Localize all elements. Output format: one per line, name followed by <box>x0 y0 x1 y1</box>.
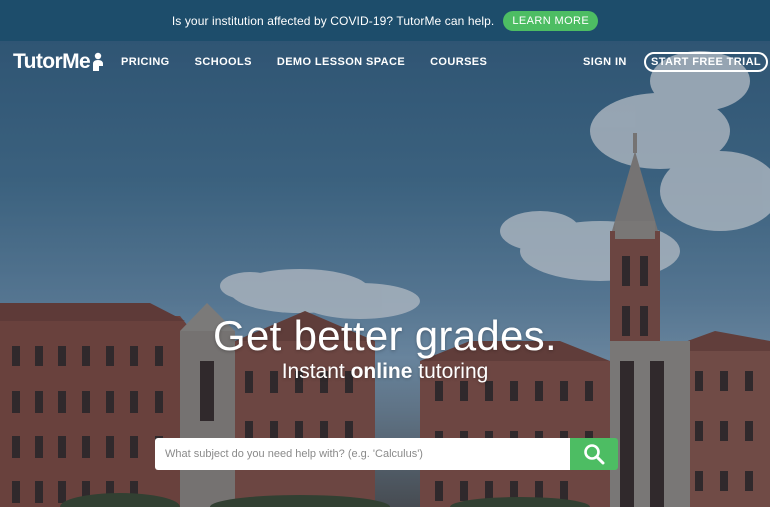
nav-link-pricing[interactable]: PRICING <box>121 56 170 68</box>
subheadline-prefix: Instant <box>281 360 345 383</box>
sign-in-link[interactable]: SIGN IN <box>583 56 627 68</box>
subheadline-emphasis: online <box>350 360 413 383</box>
logo-text: TutorMe <box>13 50 91 73</box>
subheadline-suffix: tutoring <box>418 360 489 383</box>
subject-search <box>155 438 618 470</box>
nav-link-demo-lesson-space[interactable]: DEMO LESSON SPACE <box>277 56 405 68</box>
covid-banner: Is your institution affected by COVID-19… <box>0 0 770 41</box>
search-button[interactable] <box>570 438 618 470</box>
nav-links: PRICING SCHOOLS DEMO LESSON SPACE COURSE… <box>121 56 512 68</box>
hero-headline: Get better grades. <box>213 312 557 359</box>
nav-link-courses[interactable]: COURSES <box>430 56 487 68</box>
learn-more-button[interactable]: LEARN MORE <box>503 10 599 31</box>
tutorme-logo[interactable]: TutorMe <box>13 50 104 74</box>
subject-search-input[interactable] <box>155 438 570 470</box>
nav-link-schools[interactable]: SCHOOLS <box>195 56 252 68</box>
hero-subheadline: Instant online tutoring <box>0 360 770 384</box>
person-icon <box>93 52 104 71</box>
start-free-trial-button[interactable]: START FREE TRIAL <box>644 52 768 72</box>
search-icon <box>584 444 605 465</box>
banner-text: Is your institution affected by COVID-19… <box>171 13 495 28</box>
